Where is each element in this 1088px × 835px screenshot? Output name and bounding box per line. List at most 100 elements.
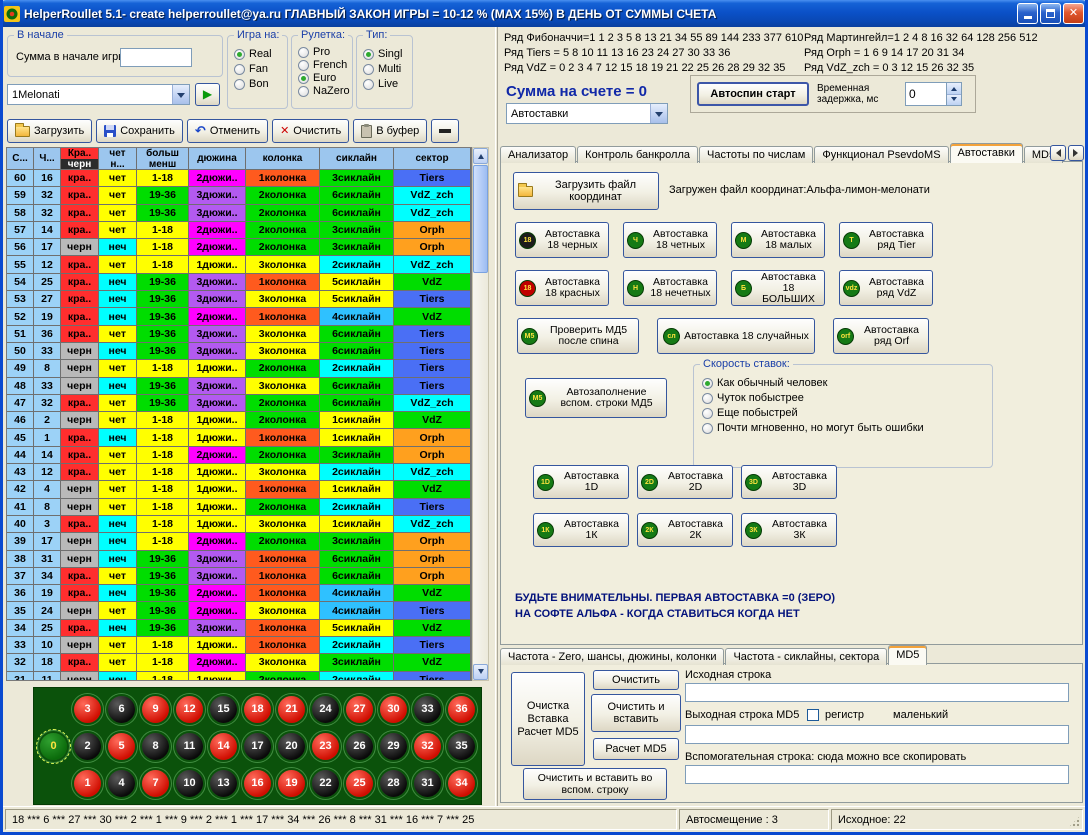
bet-1k-button[interactable]: 1КАвтоставка 1К [533, 513, 629, 547]
board-number-16[interactable]: 16 [244, 770, 271, 797]
chevron-down-icon[interactable] [172, 85, 189, 104]
table-row[interactable]: 403кра..неч1-181дюжи..3колонка1сиклайнVd… [7, 516, 471, 533]
table-row[interactable]: 3310чернчет1-181дюжи..1колонка2сиклайнTi… [7, 637, 471, 654]
tab-Функционал PsevdoMS[interactable]: Функционал PsevdoMS [814, 146, 948, 163]
board-number-5[interactable]: 5 [108, 733, 135, 760]
board-number-8[interactable]: 8 [142, 733, 169, 760]
board-number-23[interactable]: 23 [312, 733, 339, 760]
table-row[interactable]: 3524чернчет19-362дюжи..3колонка4сиклайнT… [7, 602, 471, 619]
board-number-6[interactable]: 6 [108, 696, 135, 723]
table-row[interactable]: 3831черннеч19-363дюжи..1колонка6сиклайнO… [7, 551, 471, 568]
table-row[interactable]: 451кра..неч1-181дюжи..1колонка1сиклайнOr… [7, 429, 471, 446]
low-bet-button[interactable]: МАвтоставка 18 малых [731, 222, 825, 258]
radio-Real[interactable]: Real [234, 48, 287, 60]
radio-Pro[interactable]: Pro [298, 46, 352, 58]
md5-clear-button[interactable]: Очистить [593, 670, 679, 690]
radio-Bon[interactable]: Bon [234, 78, 287, 90]
maximize-button[interactable] [1040, 3, 1061, 24]
source-string-input[interactable] [685, 683, 1069, 702]
table-row[interactable]: 462чернчет1-181дюжи..2колонка1сиклайнVdZ [7, 412, 471, 429]
scroll-up-button[interactable] [473, 148, 488, 164]
tab-Анализатор[interactable]: Анализатор [500, 146, 576, 163]
board-number-4[interactable]: 4 [108, 770, 135, 797]
table-row[interactable]: 5136кра..чет19-363дюжи..3колонка6сиклайн… [7, 326, 471, 343]
scroll-down-button[interactable] [473, 664, 488, 680]
table-row[interactable]: 6016кра..чет1-182дюжи..1колонка3сиклайнT… [7, 170, 471, 187]
md5-clear-paste-aux-button[interactable]: Очистить и вставить во вспом. строку [523, 768, 667, 800]
board-number-9[interactable]: 9 [142, 696, 169, 723]
board-number-21[interactable]: 21 [278, 696, 305, 723]
table-row[interactable]: 3425кра..неч19-363дюжи..1колонка5сиклайн… [7, 620, 471, 637]
vdz-bet-button[interactable]: vdzАвтоставка ряд VdZ [839, 270, 933, 306]
board-number-24[interactable]: 24 [312, 696, 339, 723]
tab-Автоставки[interactable]: Автоставки [950, 143, 1023, 163]
register-checkbox[interactable] [807, 709, 819, 721]
board-number-13[interactable]: 13 [210, 770, 237, 797]
table-scrollbar[interactable] [472, 147, 489, 681]
autospin-start-button[interactable]: Автоспин старт [697, 82, 809, 106]
table-row[interactable]: 424чернчет1-181дюжи..1колонка1сиклайнVdZ [7, 481, 471, 498]
copy-to-buffer-button[interactable]: В буфер [353, 119, 427, 143]
red-bet-button[interactable]: 18Автоставка 18 красных [515, 270, 609, 306]
table-row[interactable]: 4833черннеч19-363дюжи..3колонка6сиклайнT… [7, 378, 471, 395]
load-coords-button[interactable]: Загрузить файл координат [513, 172, 659, 210]
board-number-10[interactable]: 10 [176, 770, 203, 797]
radio-Singl[interactable]: Singl [363, 48, 412, 60]
board-number-32[interactable]: 32 [414, 733, 441, 760]
table-row[interactable]: 3619кра..неч19-362дюжи..1колонка4сиклайн… [7, 585, 471, 602]
aux-string-input[interactable] [685, 765, 1069, 784]
scrollbar-thumb[interactable] [473, 165, 488, 273]
radio-Live[interactable]: Live [363, 78, 412, 90]
tab-Частота - Zero, шансы, дюжины, колонки[interactable]: Частота - Zero, шансы, дюжины, колонки [500, 648, 724, 665]
board-number-28[interactable]: 28 [380, 770, 407, 797]
tab-MD5[interactable]: MD5 [888, 645, 927, 665]
tab-Частоты по числам[interactable]: Частоты по числам [699, 146, 813, 163]
table-row[interactable]: 3218кра..чет1-182дюжи..3колонка3сиклайнV… [7, 654, 471, 671]
table-row[interactable]: 3734кра..чет19-363дюжи..1колонка6сиклайн… [7, 568, 471, 585]
board-number-19[interactable]: 19 [278, 770, 305, 797]
board-number-11[interactable]: 11 [176, 733, 203, 760]
tab-scroll-left-button[interactable] [1050, 145, 1066, 161]
table-row[interactable]: 3917черннеч1-182дюжи..2колонка3сиклайнOr… [7, 533, 471, 550]
check-md5-button[interactable]: М5Проверить МД5 после спина [517, 318, 639, 354]
table-row[interactable]: 5932кра..чет19-363дюжи..2колонка6сиклайн… [7, 187, 471, 204]
radio-Почти[interactable]: Почти мгновенно, но могут быть ошибки [702, 422, 992, 434]
spinner-down-button[interactable] [947, 95, 961, 106]
board-number-29[interactable]: 29 [380, 733, 407, 760]
radio-NaZero[interactable]: NaZero [298, 85, 352, 97]
board-number-2[interactable]: 2 [74, 733, 101, 760]
board-number-31[interactable]: 31 [414, 770, 441, 797]
high-bet-button[interactable]: БАвтоставка 18 БОЛЬШИХ [731, 270, 825, 306]
table-row[interactable]: 5425кра..неч19-363дюжи..1колонка5сиклайн… [7, 274, 471, 291]
radio-Чуток[interactable]: Чуток побыстрее [702, 392, 992, 404]
board-number-12[interactable]: 12 [176, 696, 203, 723]
md5-clear-paste-button[interactable]: Очистить и вставить [591, 694, 681, 732]
board-number-34[interactable]: 34 [448, 770, 475, 797]
board-number-0[interactable]: 0 [40, 733, 67, 760]
table-row[interactable]: 5033черннеч19-363дюжи..3колонка6сиклайнT… [7, 343, 471, 360]
delay-input[interactable] [905, 82, 947, 106]
bet-1d-button[interactable]: 1DАвтоставка 1D [533, 465, 629, 499]
table-row[interactable]: 5219кра..неч19-362дюжи..1колонка4сиклайн… [7, 308, 471, 325]
radio-French[interactable]: French [298, 59, 352, 71]
radio-Euro[interactable]: Euro [298, 72, 352, 84]
start-sum-input[interactable] [120, 48, 192, 67]
radio-Еще[interactable]: Еще побыстрей [702, 407, 992, 419]
board-number-17[interactable]: 17 [244, 733, 271, 760]
radio-Fan[interactable]: Fan [234, 63, 287, 75]
bet-2d-button[interactable]: 2DАвтоставка 2D [637, 465, 733, 499]
spinner-up-button[interactable] [947, 83, 961, 95]
profile-select[interactable]: 1Melonati [7, 84, 190, 105]
board-number-20[interactable]: 20 [278, 733, 305, 760]
tab-Контроль банкролла[interactable]: Контроль банкролла [577, 146, 698, 163]
table-row[interactable]: 5714кра..чет1-182дюжи..2колонка3сиклайнO… [7, 222, 471, 239]
table-row[interactable]: 498чернчет1-181дюжи..2колонка2сиклайнTie… [7, 360, 471, 377]
board-number-1[interactable]: 1 [74, 770, 101, 797]
board-number-7[interactable]: 7 [142, 770, 169, 797]
board-number-14[interactable]: 14 [210, 733, 237, 760]
load-button[interactable]: Загрузить [7, 119, 92, 143]
bet-3d-button[interactable]: 3DАвтоставка 3D [741, 465, 837, 499]
table-row[interactable]: 4414кра..чет1-182дюжи..2колонка3сиклайнO… [7, 447, 471, 464]
tab-scroll-right-button[interactable] [1068, 145, 1084, 161]
bet-3k-button[interactable]: 3КАвтоставка 3К [741, 513, 837, 547]
